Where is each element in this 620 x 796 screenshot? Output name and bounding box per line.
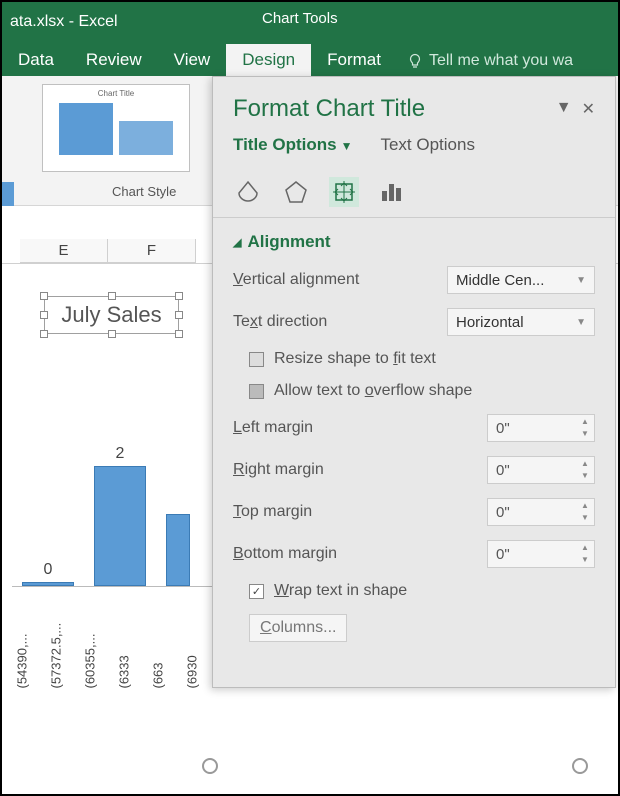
chart-icon[interactable]: [377, 177, 407, 207]
chart-title-object[interactable]: July Sales: [44, 296, 179, 334]
collapse-icon: ◢: [233, 236, 241, 249]
resize-handle-s[interactable]: [108, 330, 116, 338]
chart-styles-group-label: Chart Style: [112, 184, 176, 199]
window-title: ata.xlsx - Excel: [2, 13, 118, 31]
left-margin-label: Left margin: [233, 419, 487, 437]
tab-format[interactable]: Format: [311, 44, 397, 76]
pane-category-icons: [213, 163, 615, 218]
chart-bar[interactable]: 2: [94, 466, 146, 586]
left-margin-spinner[interactable]: 0"▲▼: [487, 414, 595, 442]
subtab-title-options[interactable]: Title Options▼: [233, 135, 352, 155]
right-margin-label: Right margin: [233, 461, 487, 479]
subtab-text-options[interactable]: Text Options: [380, 135, 475, 155]
format-chart-title-pane: Format Chart Title ▼ ✕ Title Options▼ Te…: [212, 76, 616, 688]
resize-handle-ne[interactable]: [175, 292, 183, 300]
resize-shape-checkbox: Resize shape to fit text: [233, 350, 595, 368]
top-margin-label: Top margin: [233, 503, 487, 521]
text-direction-dropdown[interactable]: Horizontal▼: [447, 308, 595, 336]
bottom-margin-spinner[interactable]: 0"▲▼: [487, 540, 595, 568]
columns-button[interactable]: Columns...: [249, 614, 347, 642]
ribbon-tabs: Data Review View Design Format Tell me w…: [2, 42, 618, 76]
tell-me-label: Tell me what you wa: [429, 52, 573, 70]
tell-me-search[interactable]: Tell me what you wa: [397, 46, 583, 76]
right-margin-spinner[interactable]: 0"▲▼: [487, 456, 595, 484]
text-direction-label: Text direction: [233, 313, 447, 331]
chart-handle[interactable]: [572, 758, 588, 774]
tab-data[interactable]: Data: [2, 44, 70, 76]
vertical-alignment-label: Vertical alignment: [233, 271, 447, 289]
section-alignment[interactable]: ◢ Alignment: [233, 232, 595, 252]
bottom-margin-label: Bottom margin: [233, 545, 487, 563]
data-label: 2: [95, 445, 145, 463]
resize-handle-sw[interactable]: [40, 330, 48, 338]
resize-handle-se[interactable]: [175, 330, 183, 338]
vertical-alignment-dropdown[interactable]: Middle Cen...▼: [447, 266, 595, 294]
wrap-text-checkbox[interactable]: Wrap text in shape: [233, 582, 595, 600]
tab-design[interactable]: Design: [226, 44, 311, 76]
title-bar: ata.xlsx - Excel Chart Tools: [2, 2, 618, 42]
resize-handle-n[interactable]: [108, 292, 116, 300]
resize-handle-nw[interactable]: [40, 292, 48, 300]
chart-tools-label: Chart Tools: [262, 10, 338, 27]
pane-options-dropdown-icon[interactable]: ▼: [556, 99, 572, 119]
resize-handle-e[interactable]: [175, 311, 183, 319]
chart-title-text: July Sales: [61, 302, 161, 328]
fill-line-icon[interactable]: [233, 177, 263, 207]
thumbnail-title: Chart Title: [98, 89, 134, 98]
column-header-e[interactable]: E: [20, 239, 108, 262]
thumbnail-bars: [59, 100, 173, 155]
chart-handle[interactable]: [202, 758, 218, 774]
effects-icon[interactable]: [281, 177, 311, 207]
chart-bar[interactable]: [166, 514, 190, 586]
size-properties-icon[interactable]: [329, 177, 359, 207]
data-label: 0: [23, 561, 73, 579]
lightbulb-icon: [407, 53, 423, 69]
top-margin-spinner[interactable]: 0"▲▼: [487, 498, 595, 526]
chart-style-thumbnail[interactable]: Chart Title: [42, 84, 190, 172]
pane-title: Format Chart Title: [233, 95, 425, 123]
overflow-checkbox: Allow text to overflow shape: [233, 382, 595, 400]
tab-review[interactable]: Review: [70, 44, 158, 76]
tab-view[interactable]: View: [158, 44, 227, 76]
close-icon[interactable]: ✕: [582, 99, 595, 119]
column-header-f[interactable]: F: [108, 239, 196, 262]
resize-handle-w[interactable]: [40, 311, 48, 319]
